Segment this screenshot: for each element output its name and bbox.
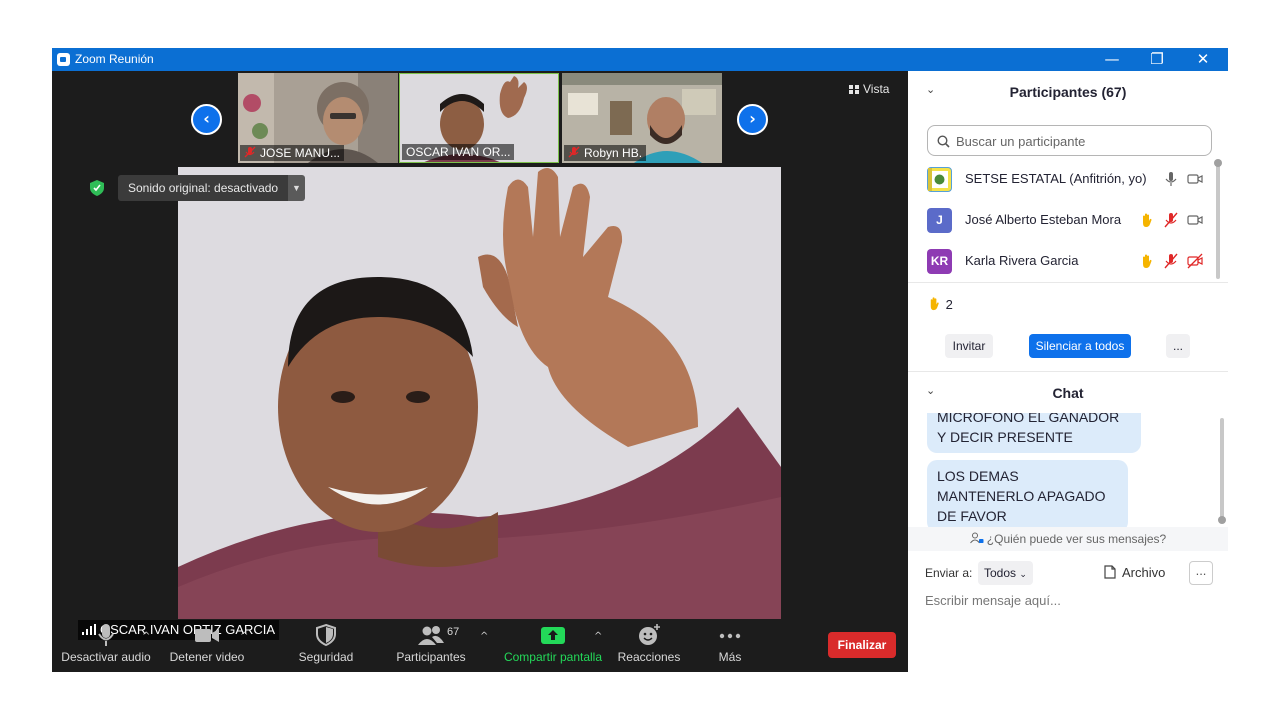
participants-title: Participantes (67) — [1009, 84, 1127, 100]
meeting-toolbar: Desactivar audio ^ Detener video ^ Segur… — [52, 619, 908, 672]
mute-audio-button[interactable]: Desactivar audio — [60, 623, 152, 664]
reactions-button[interactable]: Reacciones — [616, 623, 682, 664]
participant-name: SETSE ESTATAL (Anfitrión, yo) — [965, 171, 1147, 186]
chat-message: MICRÓFONO EL GANADOR Y DECIR PRESENTE — [927, 413, 1141, 453]
close-button[interactable]: ✕ — [1180, 48, 1226, 71]
video-camera-icon — [195, 629, 219, 642]
participant-name: José Alberto Esteban Mora — [965, 212, 1122, 227]
mic-muted-icon — [244, 146, 256, 158]
video-camera-icon[interactable] — [1187, 171, 1203, 187]
title-bar: Zoom Reunión — ❐ ✕ — [52, 48, 1228, 71]
participant-count-badge: 67 — [447, 626, 460, 638]
zoom-logo-icon — [57, 53, 70, 66]
view-button[interactable]: Vista — [849, 82, 889, 96]
gallery-next-button[interactable]: › — [737, 104, 768, 135]
stop-video-button[interactable]: Detener video — [166, 623, 248, 664]
participant-thumbnail-active[interactable]: OSCAR IVAN OR... — [399, 73, 559, 163]
setse-logo-icon — [928, 168, 948, 191]
video-camera-icon[interactable] — [1187, 212, 1203, 228]
share-options-caret[interactable]: ^ — [594, 631, 602, 642]
avatar: KR — [927, 249, 952, 274]
chat-scrollbar[interactable] — [1220, 418, 1224, 522]
security-shield-icon — [316, 623, 336, 647]
chat-header: ⌄ Chat — [908, 372, 1228, 412]
participants-options-caret[interactable]: ^ — [480, 631, 488, 642]
window-title: Zoom Reunión — [75, 52, 154, 66]
audio-options-caret[interactable]: ^ — [142, 631, 150, 642]
who-can-see-link[interactable]: ¿Quién puede ver sus mensajes? — [908, 527, 1228, 551]
participant-row[interactable]: J José Alberto Esteban Mora — [908, 200, 1218, 240]
invite-button[interactable]: Invitar — [945, 334, 993, 358]
smiley-icon — [639, 624, 660, 645]
search-icon — [937, 135, 950, 148]
raised-hand-icon — [1143, 213, 1152, 227]
end-meeting-button[interactable]: Finalizar — [828, 632, 896, 658]
encryption-shield-icon[interactable] — [90, 180, 104, 196]
mute-all-button[interactable]: Silenciar a todos — [1029, 334, 1131, 358]
raised-hands-count: 2 — [927, 296, 953, 312]
more-dots-icon — [719, 633, 741, 639]
scrollbar-bottom-cap — [1218, 516, 1226, 524]
raised-hand-icon — [1143, 254, 1152, 268]
chat-more-button[interactable]: ... — [1189, 561, 1213, 585]
share-screen-icon — [541, 627, 565, 644]
participant-row[interactable]: SETSE ESTATAL (Anfitrión, yo) — [908, 159, 1218, 199]
chevron-down-icon: ⌄ — [1019, 570, 1027, 580]
participant-name: Karla Rivera Garcia — [965, 253, 1079, 268]
video-options-caret[interactable]: ^ — [240, 631, 248, 642]
restore-button[interactable]: ❐ — [1134, 48, 1180, 71]
mic-muted-icon[interactable] — [1163, 212, 1179, 228]
active-speaker-video — [178, 167, 781, 619]
person-lock-icon — [969, 532, 984, 544]
chat-messages: MICRÓFONO EL GANADOR Y DECIR PRESENTE LO… — [908, 413, 1228, 528]
raised-hand-icon — [930, 297, 939, 311]
participant-thumbnail[interactable]: JOSE MANU... — [238, 73, 398, 163]
participants-icon — [418, 626, 444, 645]
send-to-label: Enviar a: — [925, 566, 973, 580]
speaker-video-image — [178, 167, 781, 619]
microphone-icon — [98, 624, 114, 646]
gallery-prev-button[interactable]: ‹ — [191, 104, 222, 135]
video-off-icon[interactable] — [1187, 253, 1203, 269]
minimize-button[interactable]: — — [1089, 48, 1135, 71]
recipient-dropdown[interactable]: Todos ⌄ — [978, 561, 1033, 585]
avatar — [927, 167, 952, 192]
file-button[interactable]: Archivo — [1104, 565, 1165, 580]
participant-search-input[interactable]: Buscar un participante — [927, 125, 1212, 156]
participants-scrollbar[interactable] — [1216, 161, 1220, 279]
security-button[interactable]: Seguridad — [292, 623, 360, 664]
participants-header: ⌄ Participantes (67) — [908, 71, 1228, 111]
divider — [908, 282, 1228, 283]
chat-title: Chat — [1052, 385, 1084, 401]
thumbnail-name: OSCAR IVAN OR... — [402, 144, 515, 160]
avatar: J — [927, 208, 952, 233]
participant-row[interactable]: KR Karla Rivera Garcia — [908, 241, 1218, 281]
thumbnail-name: JOSE MANU... — [240, 145, 345, 161]
file-icon — [1104, 565, 1116, 579]
zoom-window: Zoom Reunión — ❐ ✕ ‹ JOSE MANU... OSCAR … — [52, 48, 1228, 672]
video-area: ‹ JOSE MANU... OSCAR IVAN OR... Robyn HB… — [52, 71, 908, 672]
side-panel: ⌄ Participantes (67) Buscar un participa… — [908, 71, 1228, 672]
original-sound-toggle[interactable]: Sonido original: desactivado — [118, 175, 289, 201]
chat-message-input[interactable]: Escribir mensaje aquí... — [925, 593, 1061, 608]
microphone-icon[interactable] — [1163, 171, 1179, 187]
participant-thumbnail[interactable]: Robyn HB. — [562, 73, 722, 163]
mic-muted-icon[interactable] — [1163, 253, 1179, 269]
more-button[interactable]: Más — [708, 623, 752, 664]
thumbnail-name: Robyn HB. — [564, 145, 647, 161]
mic-muted-icon — [568, 146, 580, 158]
scrollbar-top-cap — [1214, 159, 1222, 167]
gallery-grid-icon — [849, 85, 859, 94]
original-sound-dropdown[interactable]: ▼ — [288, 175, 305, 201]
chat-message: LOS DEMAS MANTENERLO APAGADO DE FAVOR — [927, 460, 1128, 528]
share-screen-button[interactable]: Compartir pantalla — [500, 623, 606, 664]
participants-more-button[interactable]: ... — [1166, 334, 1190, 358]
